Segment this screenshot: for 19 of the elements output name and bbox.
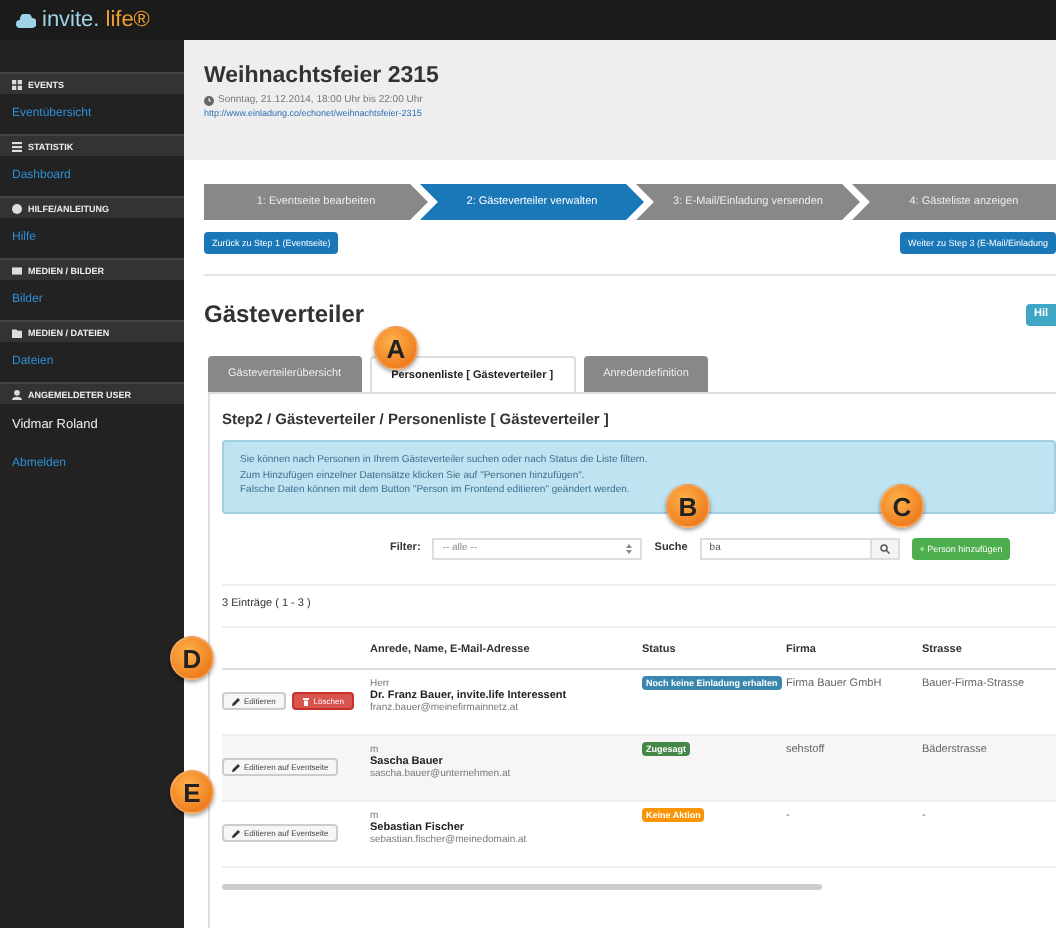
grid-icon (12, 79, 22, 89)
logo: invite. life® (16, 8, 150, 32)
event-title: Weihnachtsfeier 2315 (204, 64, 441, 88)
user-icon (12, 389, 22, 399)
search-icon (879, 543, 890, 553)
folder-icon (12, 327, 22, 337)
pencil-icon (232, 763, 240, 771)
pencil-icon (232, 829, 240, 837)
search-button[interactable] (871, 537, 900, 559)
trash-icon (301, 697, 310, 705)
caret-icon (626, 543, 633, 553)
section-title: Gästeverteiler (204, 300, 365, 328)
scrollbar[interactable] (222, 883, 822, 889)
pencil-icon (232, 697, 240, 705)
clock-icon (204, 95, 214, 105)
image-icon (12, 265, 22, 275)
cloud-icon (16, 13, 36, 27)
list-icon (12, 141, 22, 151)
callout-marker: A (374, 326, 418, 370)
